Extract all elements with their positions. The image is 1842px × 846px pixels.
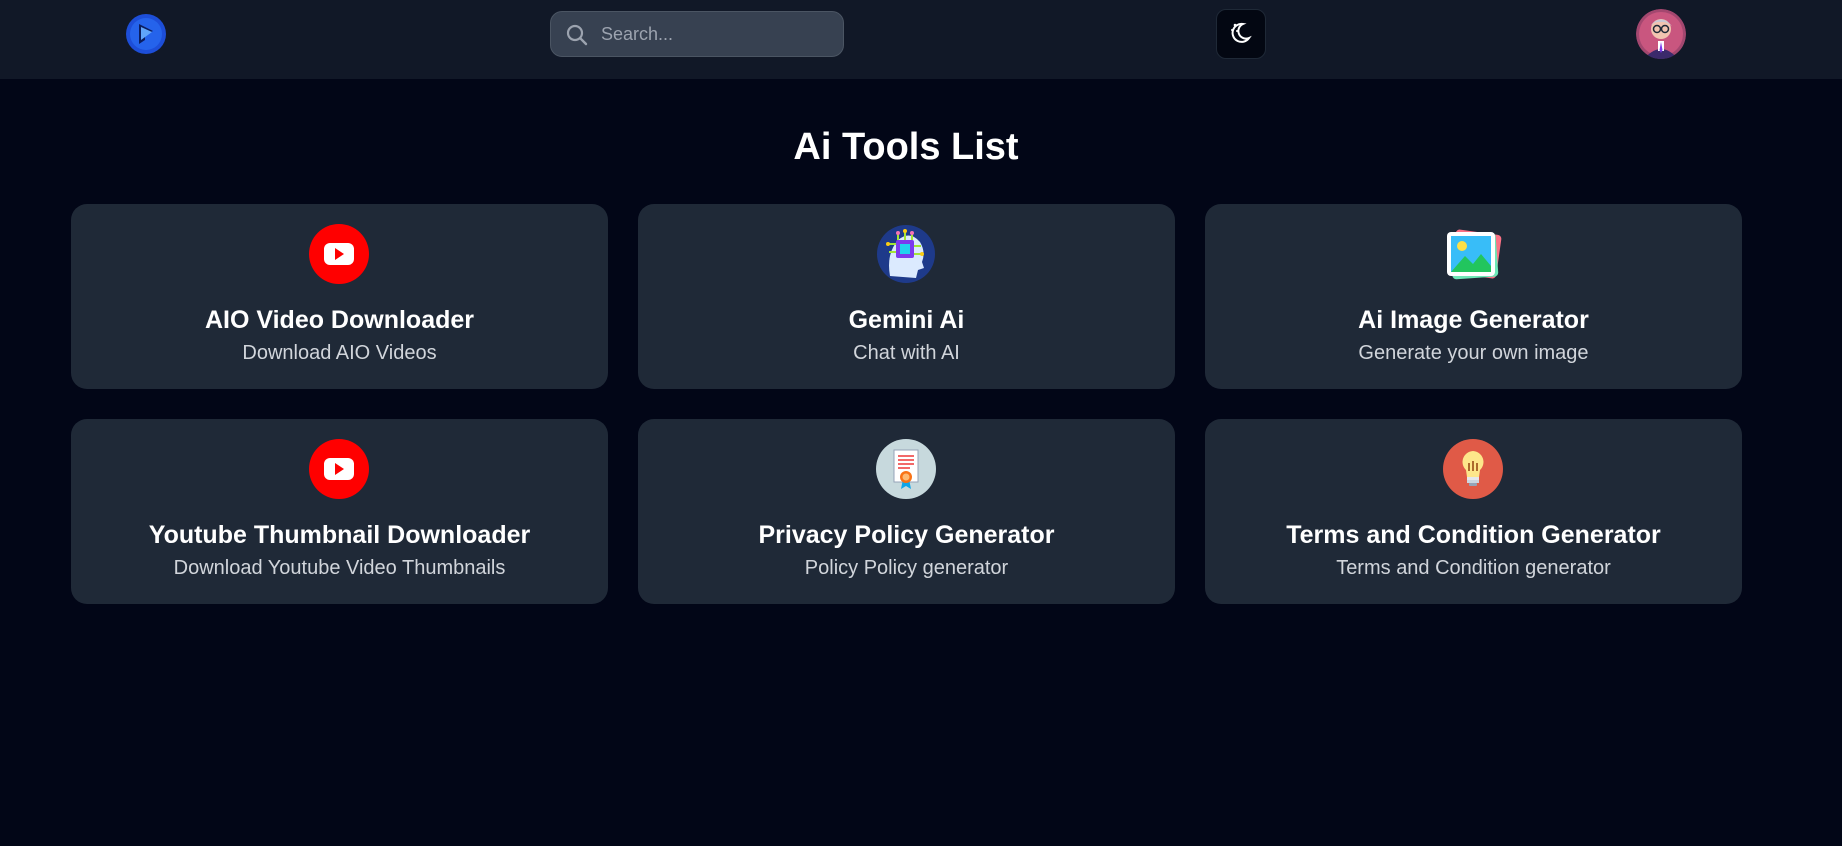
- logo-icon[interactable]: [125, 13, 167, 55]
- top-navbar: [0, 0, 1842, 79]
- tool-card-title: Gemini Ai: [848, 306, 965, 334]
- tool-card-description: Download Youtube Video Thumbnails: [173, 557, 506, 579]
- tool-card-title: Terms and Condition Generator: [1286, 521, 1661, 549]
- tool-card-youtube-thumbnail-downloader[interactable]: Youtube Thumbnail Downloader Download Yo…: [71, 419, 608, 604]
- user-avatar[interactable]: [1636, 9, 1686, 59]
- youtube-icon: [309, 224, 369, 284]
- search-input[interactable]: [601, 12, 831, 56]
- search-icon: [565, 23, 589, 47]
- tool-card-description: Terms and Condition generator: [1336, 557, 1611, 579]
- image-gallery-icon: [1443, 224, 1503, 284]
- tool-card-title: Youtube Thumbnail Downloader: [148, 521, 531, 549]
- search-bar[interactable]: [550, 11, 844, 57]
- lightbulb-icon: [1443, 439, 1503, 499]
- certificate-document-icon: [876, 439, 936, 499]
- ai-brain-chip-icon: [876, 224, 936, 284]
- moon-stars-icon: [1228, 19, 1254, 50]
- tool-card-title: AIO Video Downloader: [204, 306, 475, 334]
- tool-card-gemini-ai[interactable]: Gemini Ai Chat with AI: [638, 204, 1175, 389]
- tool-card-ai-image-generator[interactable]: Ai Image Generator Generate your own ima…: [1205, 204, 1742, 389]
- tool-card-description: Generate your own image: [1358, 342, 1589, 364]
- tool-card-terms-and-condition-generator[interactable]: Terms and Condition Generator Terms and …: [1205, 419, 1742, 604]
- tool-card-title: Ai Image Generator: [1358, 306, 1589, 334]
- tool-card-description: Download AIO Videos: [242, 342, 437, 364]
- youtube-icon: [309, 439, 369, 499]
- theme-toggle-button[interactable]: [1216, 9, 1266, 59]
- tool-card-aio-video-downloader[interactable]: AIO Video Downloader Download AIO Videos: [71, 204, 608, 389]
- page-title: Ai Tools List: [793, 126, 1019, 168]
- tool-card-description: Chat with AI: [853, 342, 960, 364]
- tool-card-privacy-policy-generator[interactable]: Privacy Policy Generator Policy Policy g…: [638, 419, 1175, 604]
- tool-card-title: Privacy Policy Generator: [758, 521, 1055, 549]
- tool-card-description: Policy Policy generator: [804, 557, 1009, 579]
